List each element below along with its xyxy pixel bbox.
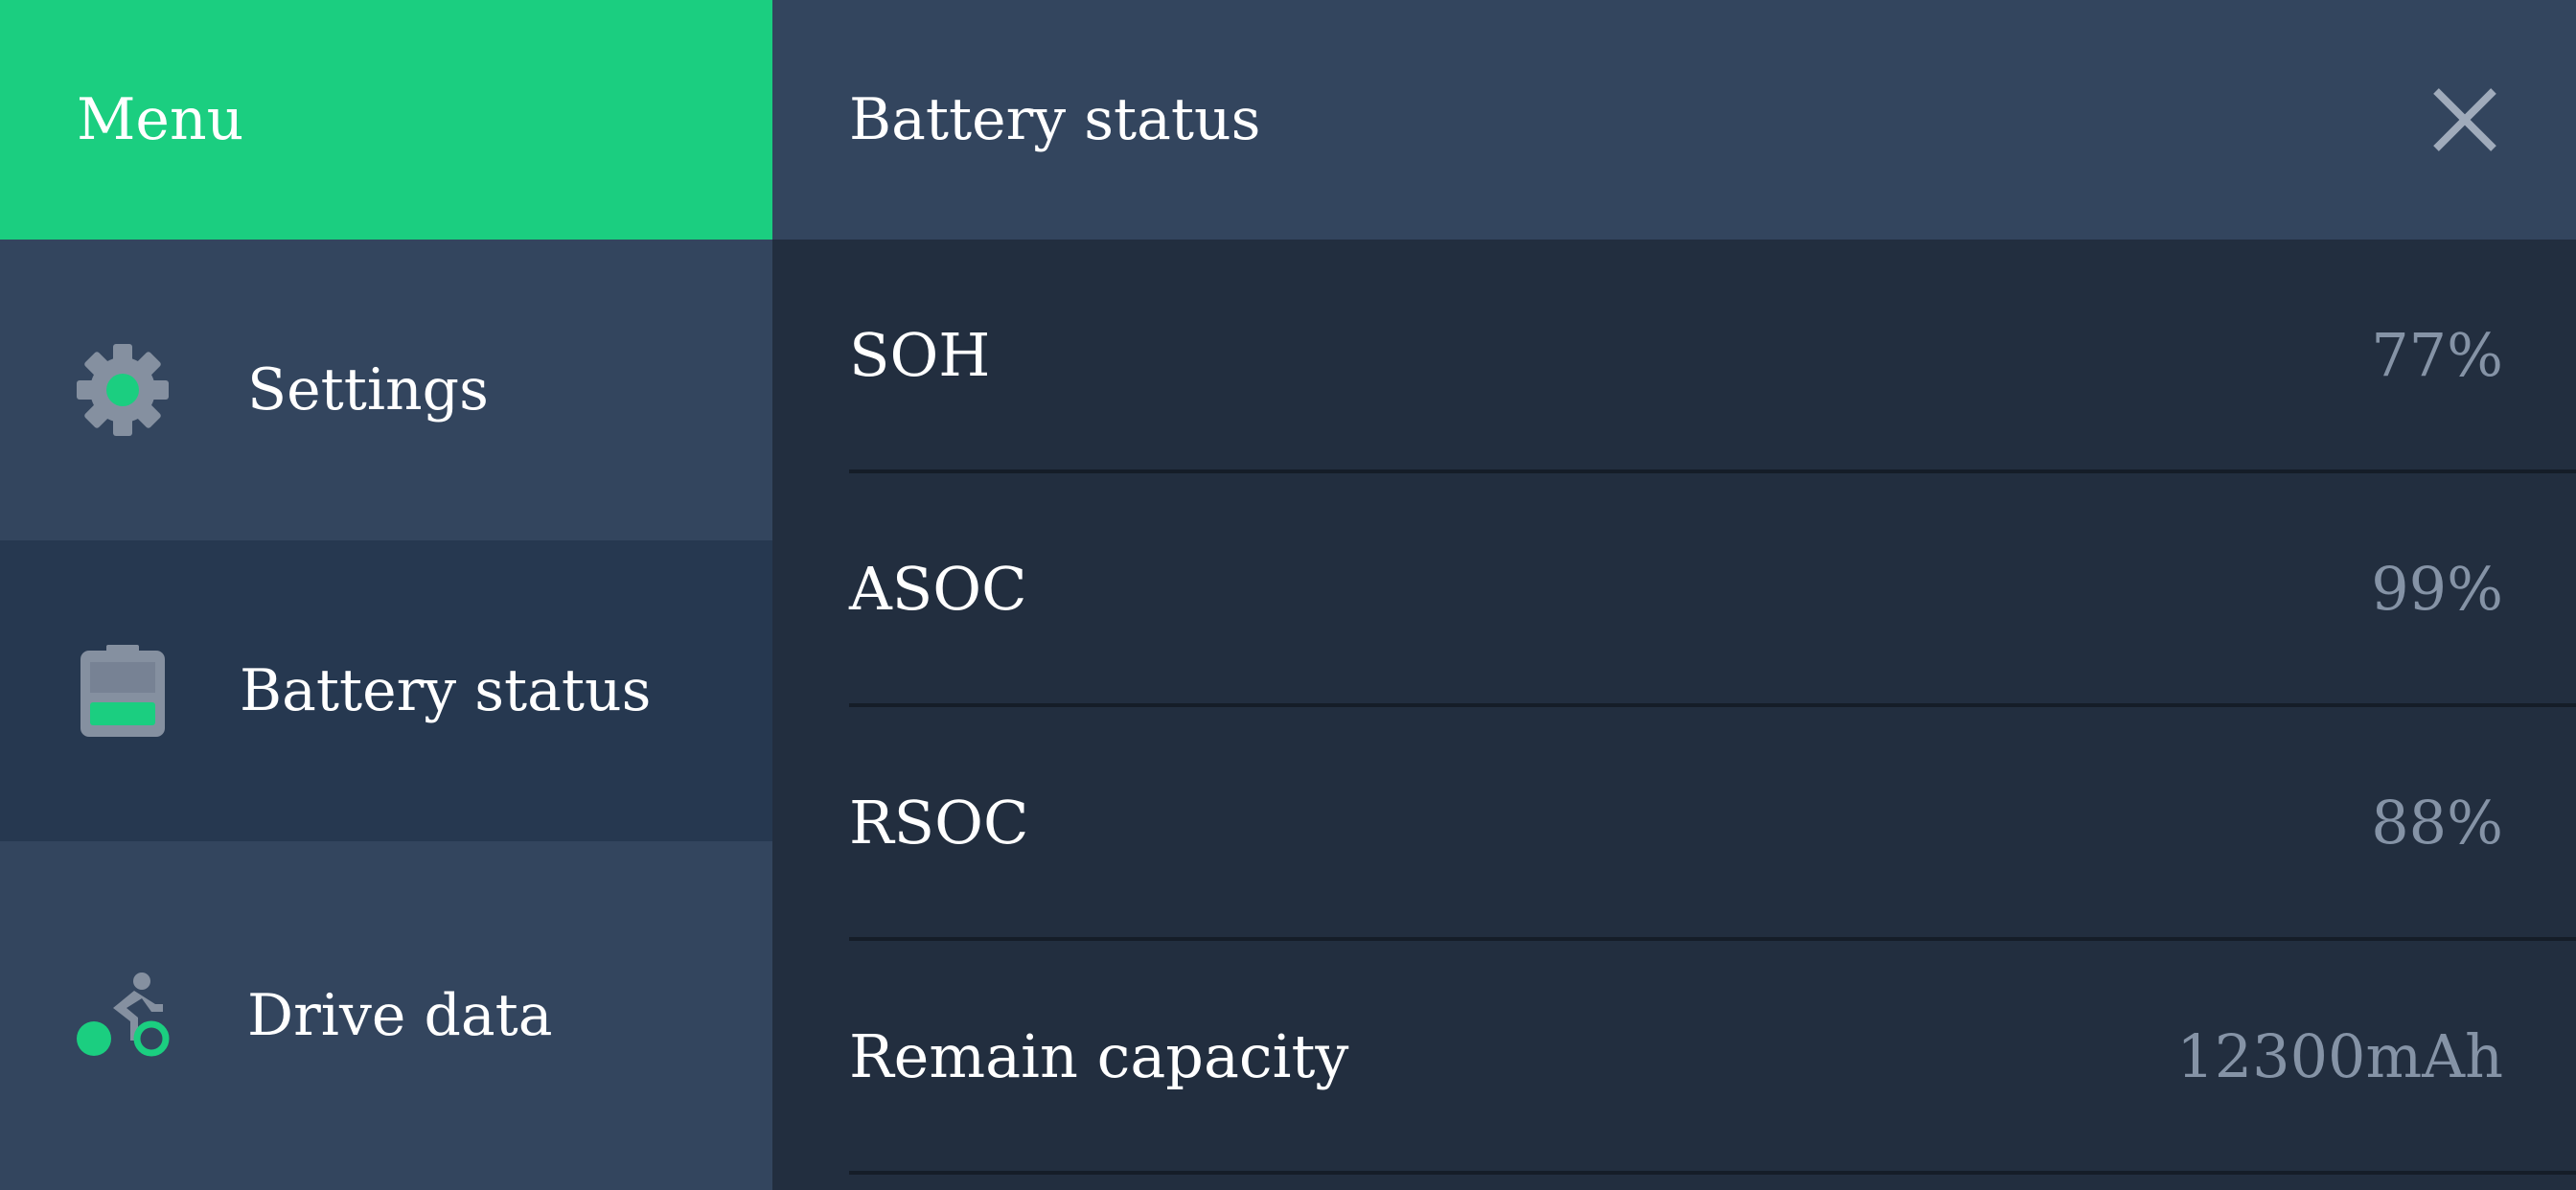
list-item: Remain capacity 12300mAh bbox=[849, 941, 2576, 1175]
row-value-soh: 77% bbox=[2371, 319, 2503, 390]
close-button[interactable] bbox=[2426, 81, 2503, 158]
sidebar-item-settings[interactable]: Settings bbox=[0, 240, 772, 540]
sidebar-item-label: Drive data bbox=[247, 982, 553, 1049]
close-icon bbox=[2433, 88, 2496, 151]
bicycle-rider-icon bbox=[75, 968, 171, 1064]
sidebar-item-battery-status[interactable]: Battery status bbox=[0, 540, 772, 841]
sidebar-item-label: Battery status bbox=[240, 657, 652, 724]
sidebar-header: Menu bbox=[0, 0, 772, 240]
row-value-remain-capacity: 12300mAh bbox=[2176, 1020, 2503, 1091]
row-value-rsoc: 88% bbox=[2371, 787, 2503, 858]
row-value-asoc: 99% bbox=[2371, 553, 2503, 624]
battery-icon bbox=[75, 643, 171, 739]
page-title: Battery status bbox=[849, 86, 1261, 153]
battery-status-list: SOH 77% ASOC 99% RSOC 88% Remain capacit… bbox=[772, 240, 2576, 1175]
row-label-soh: SOH bbox=[849, 319, 991, 390]
row-label-asoc: ASOC bbox=[849, 553, 1027, 624]
main-header: Battery status bbox=[772, 0, 2576, 240]
app-window: Menu Settings Battery status Drive data … bbox=[0, 0, 2576, 1190]
sidebar-title: Menu bbox=[77, 86, 244, 153]
sidebar-item-drive-data[interactable]: Drive data bbox=[0, 841, 772, 1190]
sidebar: Menu Settings Battery status Drive data bbox=[0, 0, 772, 1190]
gear-icon bbox=[75, 342, 171, 438]
list-item: SOH 77% bbox=[849, 240, 2576, 473]
list-item: RSOC 88% bbox=[849, 707, 2576, 941]
list-item: ASOC 99% bbox=[849, 473, 2576, 707]
main-panel: Battery status SOH 77% ASOC 99% RSOC 88% bbox=[772, 0, 2576, 1190]
row-label-rsoc: RSOC bbox=[849, 787, 1029, 858]
sidebar-item-label: Settings bbox=[247, 356, 489, 423]
row-label-remain-capacity: Remain capacity bbox=[849, 1020, 1349, 1091]
